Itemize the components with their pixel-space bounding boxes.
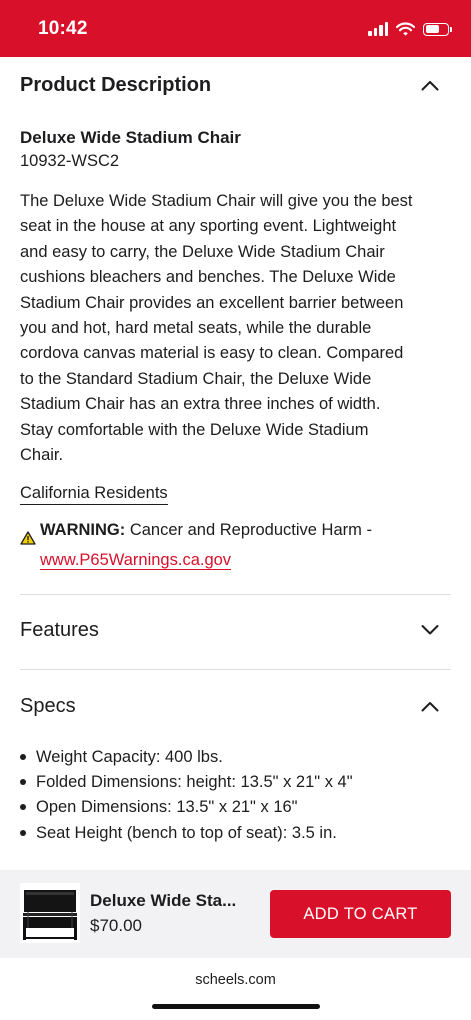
spec-item: Folded Dimensions: height: 13.5" x 21" x… — [20, 770, 450, 795]
warning-label: WARNING: — [40, 521, 126, 539]
specs-title: Specs — [20, 695, 76, 717]
description-line: The Deluxe Wide Stadium Chair will give … — [20, 192, 413, 210]
specs-list: Weight Capacity: 400 lbs. Folded Dimensi… — [20, 745, 450, 846]
status-icons — [368, 20, 452, 38]
spec-item: Open Dimensions: 13.5" x 21" x 16" — [20, 795, 450, 820]
status-bar: 10:42 — [0, 0, 471, 57]
chevron-up-icon[interactable] — [421, 79, 439, 91]
product-description-header[interactable]: Product Description — [20, 57, 451, 115]
chair-image — [23, 890, 77, 940]
product-description-text: The Deluxe Wide Stadium Chair will give … — [20, 189, 450, 468]
product-sku: 10932-WSC2 — [20, 152, 120, 170]
divider — [20, 594, 451, 595]
browser-url-bar: scheels.com — [0, 958, 471, 1020]
description-line: you and hot, hard metal seats, while the… — [20, 319, 372, 338]
product-description-title: Product Description — [20, 74, 212, 96]
prop65-warning: WARNING: Cancer and Reproductive Harm - … — [40, 515, 372, 575]
add-to-cart-button[interactable]: ADD TO CART — [270, 890, 451, 938]
divider — [20, 669, 451, 670]
product-thumbnail[interactable] — [20, 883, 80, 943]
description-line: Stadium Chair provides an excellent barr… — [20, 293, 404, 312]
product-name: Deluxe Wide Stadium Chair — [20, 128, 241, 147]
description-line: seat in the house at any sporting event.… — [20, 217, 397, 236]
description-line: cordova canvas material is easy to clean… — [20, 344, 404, 363]
warning-icon — [20, 531, 36, 545]
signal-icon — [368, 22, 388, 36]
description-line: Chair. — [20, 446, 64, 465]
description-line: to the Standard Stadium Chair, the Delux… — [20, 369, 372, 388]
california-residents-link[interactable]: California Residents — [20, 484, 168, 505]
sticky-price: $70.00 — [90, 916, 142, 935]
sticky-product-name: Deluxe Wide Sta... — [90, 891, 237, 910]
features-header[interactable]: Features — [20, 602, 451, 660]
description-line: cushions bleachers and benches. The Delu… — [20, 268, 396, 287]
p65-warnings-link[interactable]: www.P65Warnings.ca.gov — [40, 551, 232, 570]
battery-icon — [423, 22, 452, 36]
status-time: 10:42 — [38, 18, 88, 39]
chevron-up-icon[interactable] — [421, 700, 439, 712]
product-details: Product Description Deluxe Wide Stadium … — [20, 57, 451, 842]
features-title: Features — [20, 619, 99, 641]
description-line: and easy to carry, the Deluxe Wide Stadi… — [20, 242, 385, 261]
home-indicator[interactable] — [152, 1004, 320, 1009]
warning-text: Cancer and Reproductive Harm - — [129, 521, 372, 539]
description-line: Stay comfortable with the Deluxe Wide St… — [20, 420, 369, 439]
description-line: Stadium Chair has an extra three inches … — [20, 395, 381, 414]
spec-item: Seat Height (bench to top of seat): 3.5 … — [20, 821, 450, 846]
url-text[interactable]: scheels.com — [0, 972, 471, 988]
sticky-add-to-cart-bar: Deluxe Wide Sta... $70.00 ADD TO CART — [0, 870, 471, 958]
specs-header[interactable]: Specs — [20, 678, 451, 736]
wifi-icon — [396, 22, 415, 36]
spec-item: Weight Capacity: 400 lbs. — [20, 745, 450, 770]
chevron-down-icon[interactable] — [421, 624, 439, 636]
